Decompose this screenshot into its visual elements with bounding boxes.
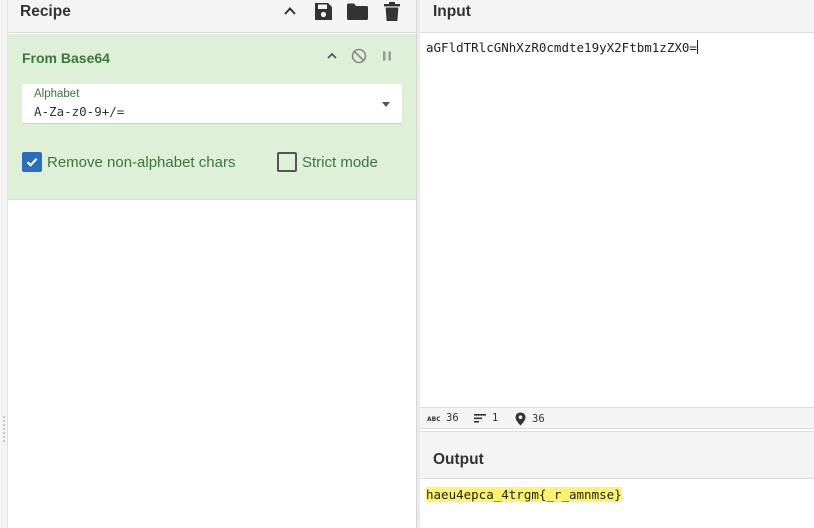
input-status-bar: ABC 36 1 36	[420, 407, 814, 429]
text-cursor	[696, 40, 698, 54]
recipe-title: Recipe	[20, 3, 71, 20]
svg-text:ABC: ABC	[427, 416, 440, 423]
input-pane: Input aGFldTRlcGNhXzR0cmdte19yX2Ftbm1zZX…	[420, 0, 814, 430]
input-text: aGFldTRlcGNhXzR0cmdte19yX2Ftbm1zZX0=	[426, 40, 697, 55]
output-header: Output	[420, 431, 814, 479]
collapse-chevron-icon[interactable]	[323, 47, 341, 65]
checkbox-checked-icon[interactable]	[22, 152, 42, 172]
operation-title: From Base64	[22, 50, 110, 66]
cursor-position: 36	[515, 412, 545, 426]
strict-mode-checkbox[interactable]: Strict mode	[277, 152, 378, 172]
output-pane: Output	[420, 431, 814, 528]
save-icon[interactable]	[312, 0, 334, 22]
input-title: Input	[433, 3, 471, 20]
folder-icon[interactable]	[346, 0, 368, 22]
input-lines-value: 1	[492, 412, 499, 424]
left-gutter	[0, 0, 8, 528]
remove-non-alphabet-label: Remove non-alphabet chars	[47, 153, 236, 171]
dropdown-caret-icon[interactable]	[382, 102, 390, 107]
remove-non-alphabet-checkbox[interactable]: Remove non-alphabet chars	[22, 152, 235, 172]
location-pin-icon	[515, 412, 526, 426]
input-length: ABC 36	[427, 412, 459, 424]
disable-icon[interactable]	[350, 47, 368, 65]
trash-icon[interactable]	[381, 0, 403, 22]
input-lines: 1	[474, 412, 498, 424]
breakpoint-pause-icon[interactable]	[378, 47, 396, 65]
recipe-header: Recipe	[8, 0, 416, 33]
alphabet-select[interactable]: Alphabet A-Za-z0-9+/=	[22, 84, 402, 124]
alphabet-label: Alphabet	[34, 88, 80, 100]
output-text[interactable]: haeu4epca_4trgm{_r_amnmse}	[426, 487, 622, 502]
abc-length-icon: ABC	[427, 416, 440, 423]
alphabet-value: A-Za-z0-9+/=	[34, 104, 125, 119]
checkbox-unchecked-icon[interactable]	[277, 152, 297, 172]
input-length-value: 36	[446, 412, 459, 424]
lines-icon	[474, 414, 486, 423]
recipe-pane: Recipe From Base64 Alphabet A-Za-z0-9+/=	[8, 0, 416, 528]
operation-from-base64: From Base64 Alphabet A-Za-z0-9+/= Remove…	[8, 34, 416, 200]
cursor-position-value: 36	[532, 413, 545, 425]
strict-mode-label: Strict mode	[302, 153, 378, 171]
resize-grip[interactable]	[3, 416, 5, 442]
input-header: Input	[420, 0, 814, 33]
input-textarea[interactable]: aGFldTRlcGNhXzR0cmdte19yX2Ftbm1zZX0=	[426, 40, 698, 55]
output-title: Output	[433, 451, 484, 468]
chevron-up-icon[interactable]	[279, 0, 301, 22]
